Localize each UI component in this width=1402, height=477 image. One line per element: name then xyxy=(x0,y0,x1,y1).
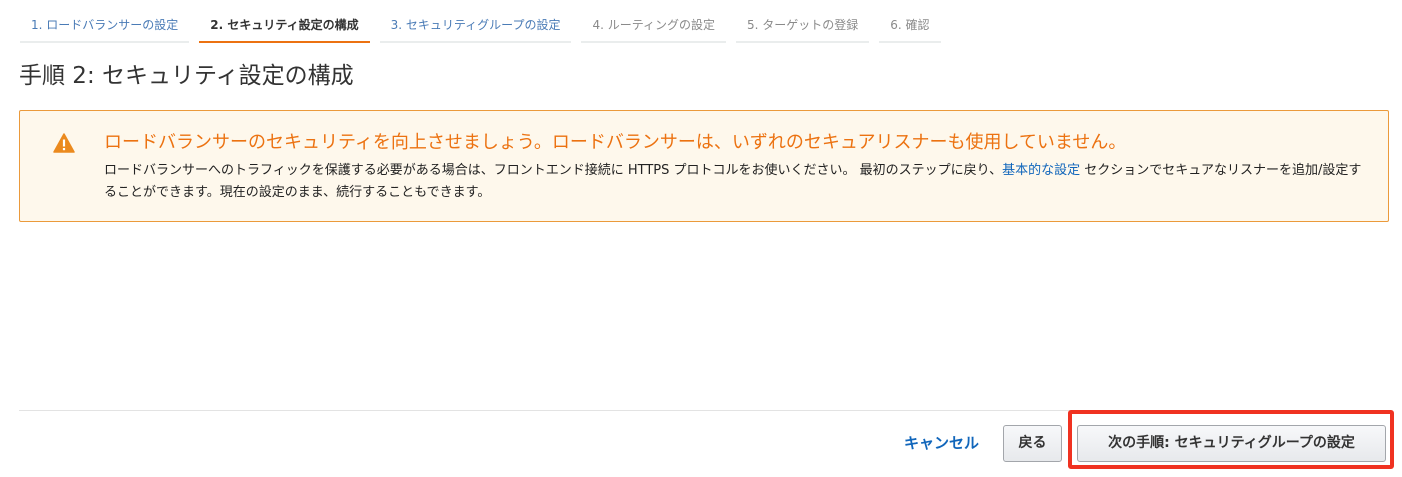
step-1-load-balancer-config[interactable]: 1. ロードバランサーの設定 xyxy=(20,8,190,43)
step-4-routing: 4. ルーティングの設定 xyxy=(581,8,727,43)
step-5-register-targets: 5. ターゲットの登録 xyxy=(736,8,870,43)
page-title: 手順 2: セキュリティ設定の構成 xyxy=(19,63,354,89)
alert-body-text: ロードバランサーへのトラフィックを保護する必要がある場合は、フロントエンド接続に… xyxy=(104,163,1003,178)
footer-divider xyxy=(19,410,1391,411)
next-step-button[interactable]: 次の手順: セキュリティグループの設定 xyxy=(1077,425,1386,462)
alert-title: ロードバランサーのセキュリティを向上させましょう。ロードバランサーは、いずれのセ… xyxy=(104,132,1127,153)
step-2-security-settings[interactable]: 2. セキュリティ設定の構成 xyxy=(199,8,370,43)
cancel-link[interactable]: キャンセル xyxy=(904,432,979,454)
step-3-security-groups[interactable]: 3. セキュリティグループの設定 xyxy=(379,8,572,43)
warning-icon xyxy=(53,133,75,153)
basic-settings-link[interactable]: 基本的な設定 xyxy=(1002,163,1080,178)
wizard-steps: 1. ロードバランサーの設定 2. セキュリティ設定の構成 3. セキュリティグ… xyxy=(20,8,951,43)
back-button[interactable]: 戻る xyxy=(1003,425,1062,462)
security-warning-alert: ロードバランサーのセキュリティを向上させましょう。ロードバランサーは、いずれのセ… xyxy=(19,110,1389,222)
alert-message: ロードバランサーへのトラフィックを保護する必要がある場合は、フロントエンド接続に… xyxy=(104,160,1366,204)
step-6-review: 6. 確認 xyxy=(879,8,941,43)
